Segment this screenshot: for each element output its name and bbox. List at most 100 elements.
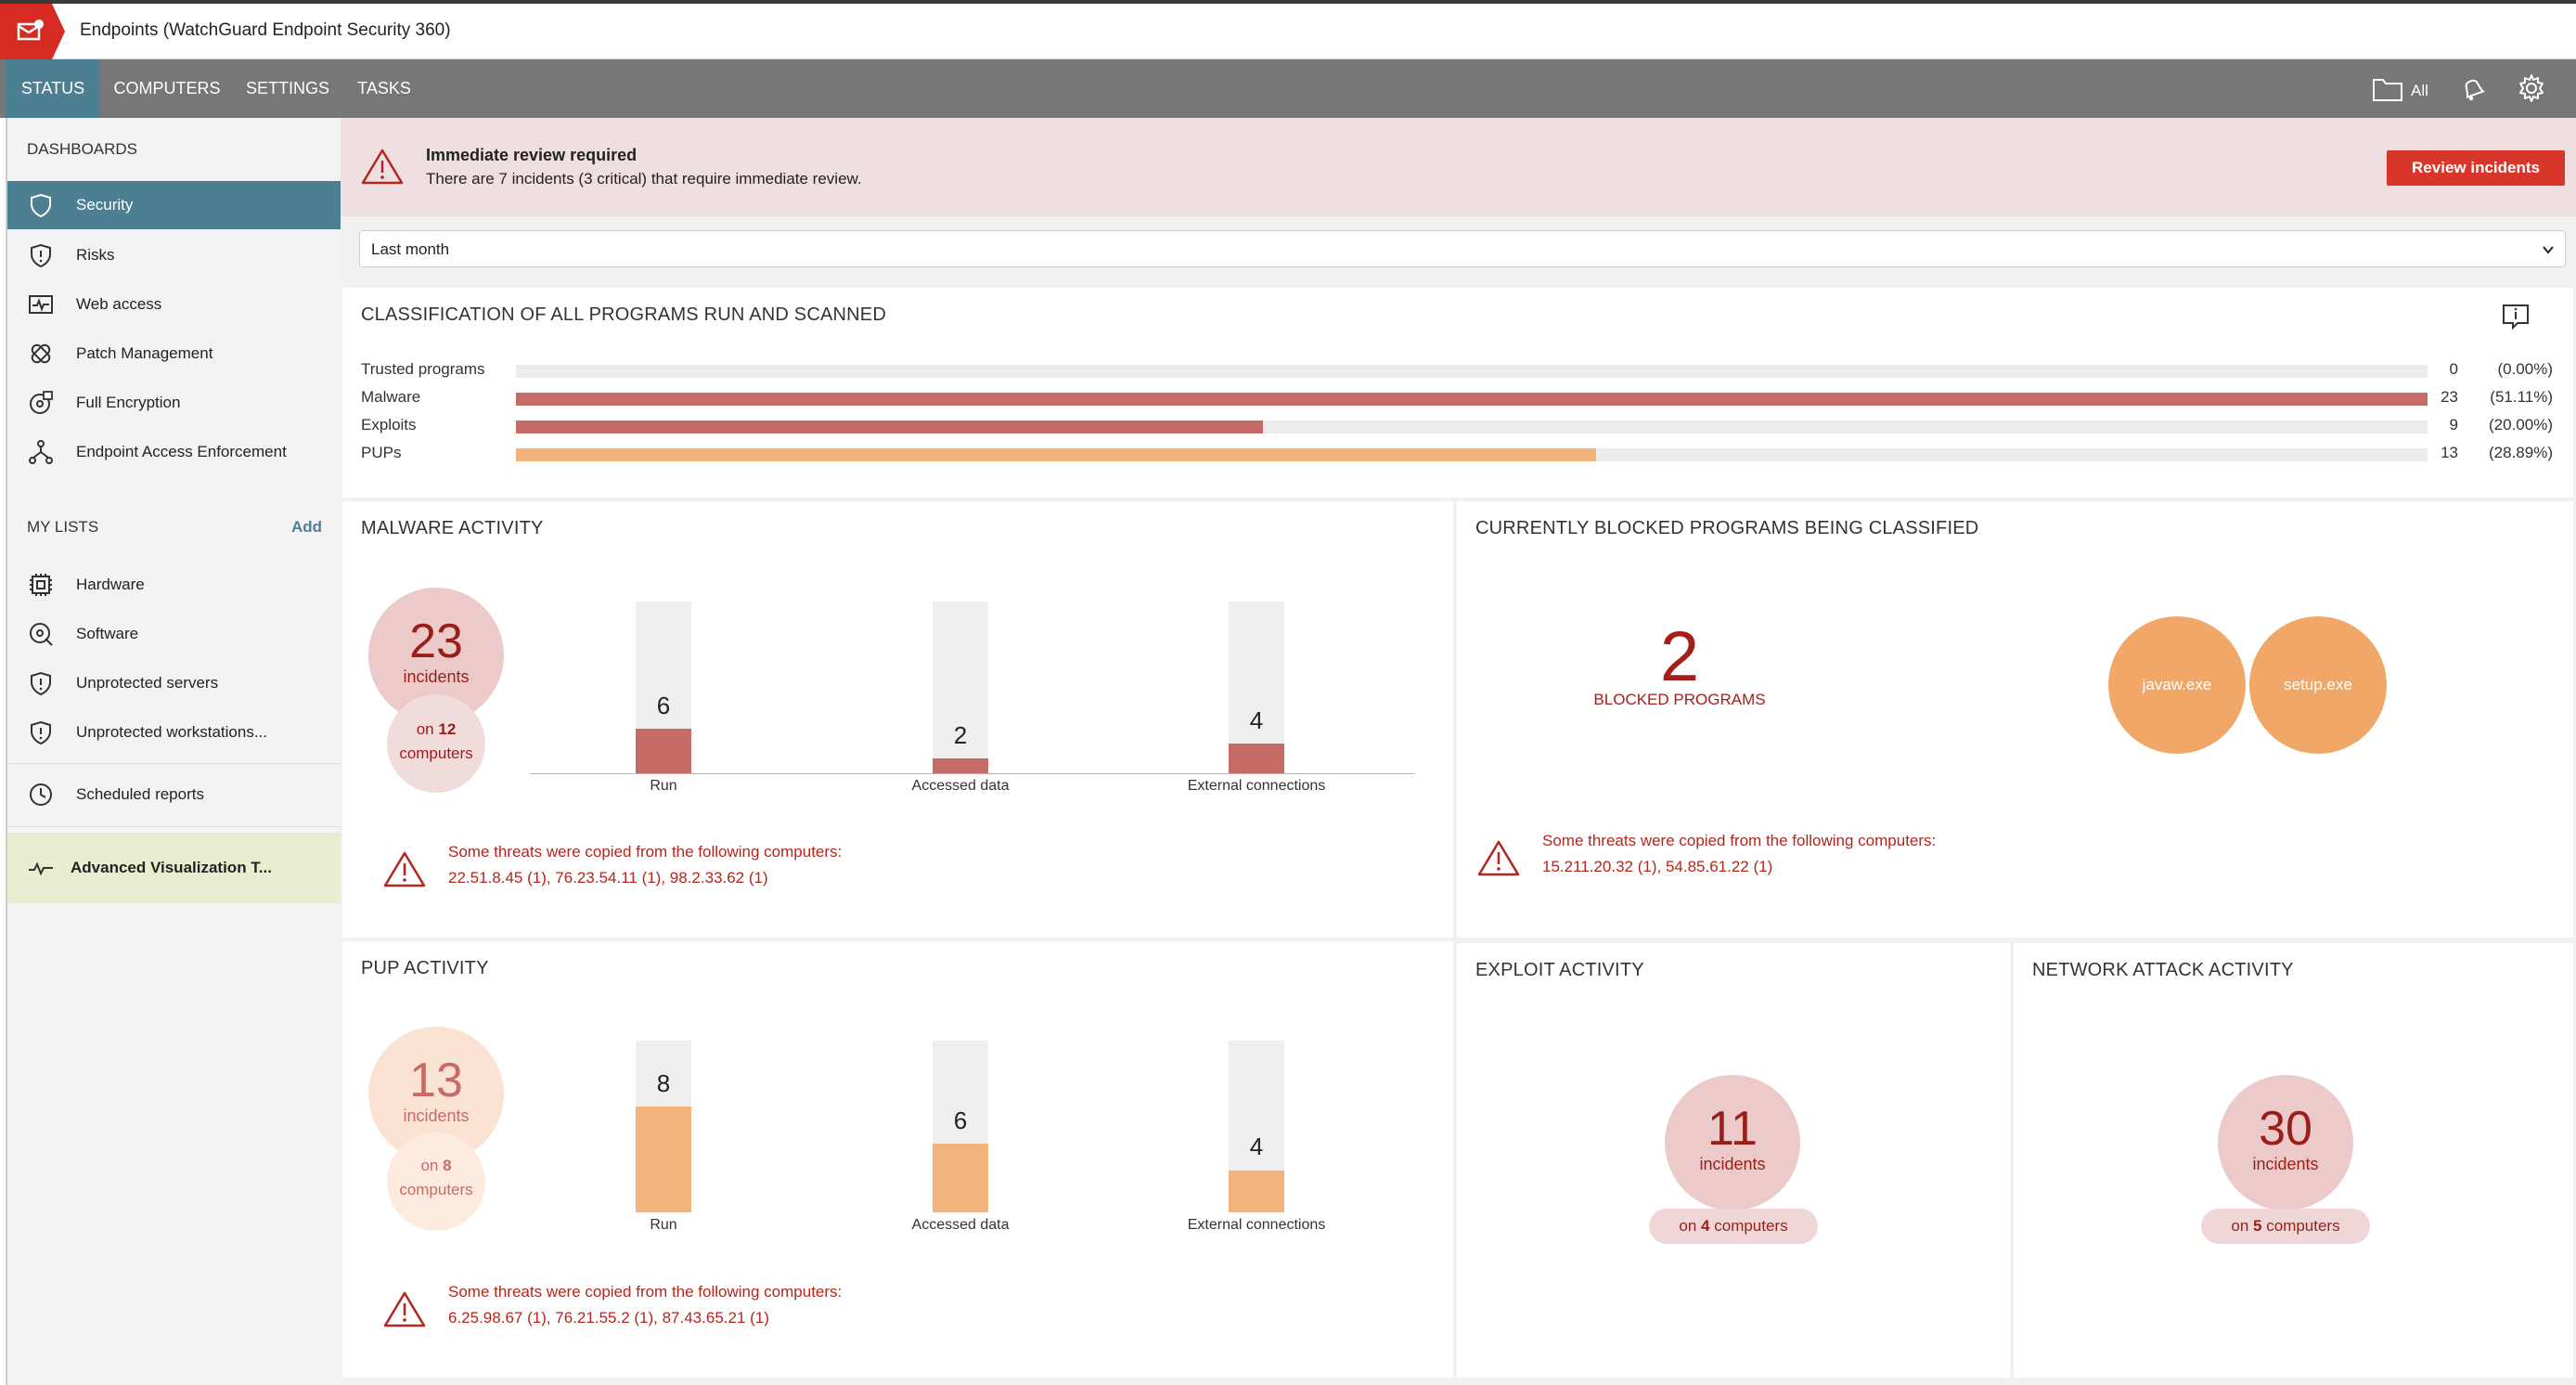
classification-label: Trusted programs [361, 360, 485, 378]
on-prefix: on [420, 1157, 439, 1174]
tab-computers[interactable]: COMPUTERS [104, 59, 230, 118]
on-prefix: on [416, 720, 434, 738]
sidebar: DASHBOARDS Security Risks Web access Pat… [6, 118, 342, 1385]
chevron-down-icon [2543, 246, 2554, 254]
pulse-icon [29, 861, 53, 876]
activity-bar[interactable] [636, 602, 691, 773]
classification-row[interactable]: Malware 23 (51.11%) [342, 384, 2573, 412]
classification-fill [516, 393, 2428, 406]
classification-row[interactable]: Trusted programs 0 (0.00%) [342, 356, 2573, 384]
blocked-warning-text: Some threats were copied from the follow… [1542, 832, 1937, 849]
blocked-program-bubble[interactable]: javaw.exe [2108, 616, 2246, 754]
classification-track [516, 393, 2428, 406]
blocked-program-bubble[interactable]: setup.exe [2249, 616, 2387, 754]
blocked-programs-panel: CURRENTLY BLOCKED PROGRAMS BEING CLASSIF… [1457, 501, 2573, 938]
add-list-button[interactable]: Add [291, 518, 322, 537]
sidebar-item-patch-management[interactable]: Patch Management [7, 330, 342, 378]
period-selected-value: Last month [371, 240, 450, 258]
exploit-computers-pill[interactable]: on 4 computers [1649, 1209, 1818, 1244]
activity-bar-value: 6 [953, 1107, 968, 1134]
exploit-computers-count: 4 [1701, 1217, 1710, 1235]
settings-gear-icon[interactable] [2517, 59, 2548, 118]
sidebar-item-unprotected-workstations[interactable]: Unprotected workstations... [7, 708, 342, 757]
sidebar-item-full-encryption[interactable]: Full Encryption [7, 379, 342, 427]
folder-icon [2373, 79, 2402, 101]
classification-count: 9 [2449, 416, 2458, 434]
classification-title: CLASSIFICATION OF ALL PROGRAMS RUN AND S… [361, 304, 886, 325]
info-comment-icon[interactable] [2501, 303, 2531, 330]
period-select[interactable]: Last month [359, 230, 2566, 267]
warning-triangle-icon [383, 1291, 426, 1327]
classification-row[interactable]: PUPs 13 (28.89%) [342, 440, 2573, 468]
title-bar: Endpoints (WatchGuard Endpoint Security … [0, 0, 2576, 59]
exploit-incidents-circle[interactable]: 11 incidents [1665, 1075, 1800, 1210]
sidebar-item-scheduled-reports[interactable]: Scheduled reports [7, 770, 342, 819]
tab-settings[interactable]: SETTINGS [238, 59, 338, 118]
sidebar-item-label: Hardware [76, 576, 145, 593]
classification-percent: (0.00%) [2497, 360, 2553, 378]
blocked-count: 2 [1659, 617, 1700, 696]
classification-label: Malware [361, 388, 421, 406]
activity-bar-fill [933, 757, 988, 773]
folder-filter[interactable]: All [2372, 59, 2437, 118]
malware-incidents-count: 23 [409, 615, 463, 668]
classification-fill [516, 448, 1596, 461]
notifications-bell-icon[interactable] [2457, 59, 2489, 118]
pup-computers-label: computers [399, 1181, 473, 1198]
network-computers-pill[interactable]: on 5 computers [2201, 1209, 2370, 1244]
sidebar-item-security[interactable]: Security [7, 181, 342, 229]
classification-label: Exploits [361, 416, 417, 434]
sidebar-item-label: Scheduled reports [76, 785, 204, 803]
on-prefix: on [1679, 1217, 1697, 1235]
network-incidents-label: incidents [2252, 1155, 2319, 1173]
sidebar-item-hardware[interactable]: Hardware [7, 561, 342, 609]
pup-incidents-label: incidents [403, 1107, 470, 1125]
malware-warning-text: Some threats were copied from the follow… [448, 843, 843, 861]
sidebar-item-risks[interactable]: Risks [7, 231, 342, 279]
main-content: Immediate review required There are 7 in… [341, 118, 2576, 1385]
alert-text: There are 7 incidents (3 critical) that … [426, 170, 862, 188]
my-lists-heading: MY LISTS [27, 518, 99, 536]
activity-bar-fill [636, 1107, 691, 1212]
network-incidents-circle[interactable]: 30 incidents [2218, 1075, 2353, 1210]
classification-panel: CLASSIFICATION OF ALL PROGRAMS RUN AND S… [342, 288, 2573, 498]
sidebar-item-unprotected-servers[interactable]: Unprotected servers [7, 659, 342, 707]
sidebar-item-web-access[interactable]: Web access [7, 280, 342, 329]
activity-bar[interactable] [1229, 1041, 1284, 1212]
classification-count: 23 [2441, 388, 2458, 406]
folder-label: All [2411, 82, 2428, 99]
classification-row[interactable]: Exploits 9 (20.00%) [342, 412, 2573, 440]
blocked-title: CURRENTLY BLOCKED PROGRAMS BEING CLASSIF… [1475, 518, 1979, 538]
watchguard-logo-icon[interactable] [0, 4, 65, 59]
malware-computers-circle[interactable]: on 12 computers [387, 694, 485, 793]
pup-computers-circle[interactable]: on 8 computers [387, 1133, 485, 1231]
activity-bar[interactable] [636, 1041, 691, 1212]
classification-label: PUPs [361, 444, 402, 461]
sidebar-item-advanced-visualization[interactable]: Advanced Visualization T... [7, 833, 342, 903]
sidebar-item-label: Endpoint Access Enforcement [76, 443, 287, 460]
chip-icon [30, 574, 52, 596]
bandage-icon [31, 343, 51, 364]
activity-bar-fill [1229, 743, 1284, 773]
network-computers-label: computers [2266, 1217, 2340, 1235]
activity-bar[interactable] [1229, 602, 1284, 773]
exploit-incidents-count: 11 [1707, 1102, 1758, 1156]
sidebar-item-software[interactable]: Software [7, 610, 342, 658]
review-incidents-button[interactable]: Review incidents [2387, 150, 2565, 186]
tab-tasks[interactable]: TASKS [345, 59, 423, 118]
sidebar-item-label: Full Encryption [76, 394, 181, 411]
classification-count: 0 [2449, 360, 2458, 378]
classification-track [516, 421, 2428, 434]
dashboards-heading: DASHBOARDS [27, 140, 138, 158]
blocked-count-block[interactable]: 2 BLOCKED PROGRAMS [1568, 616, 2125, 746]
malware-incidents-label: incidents [403, 667, 470, 686]
sidebar-item-label: Advanced Visualization T... [71, 859, 272, 876]
app-title: Endpoints (WatchGuard Endpoint Security … [80, 20, 451, 40]
tab-status[interactable]: STATUS [6, 59, 100, 118]
sidebar-item-endpoint-access-enforcement[interactable]: Endpoint Access Enforcement [7, 428, 342, 476]
warning-triangle-icon [361, 149, 404, 185]
pup-title: PUP ACTIVITY [361, 958, 489, 978]
disc-icon [30, 623, 53, 646]
chart-baseline [530, 773, 1415, 774]
sidebar-item-label: Software [76, 625, 139, 642]
